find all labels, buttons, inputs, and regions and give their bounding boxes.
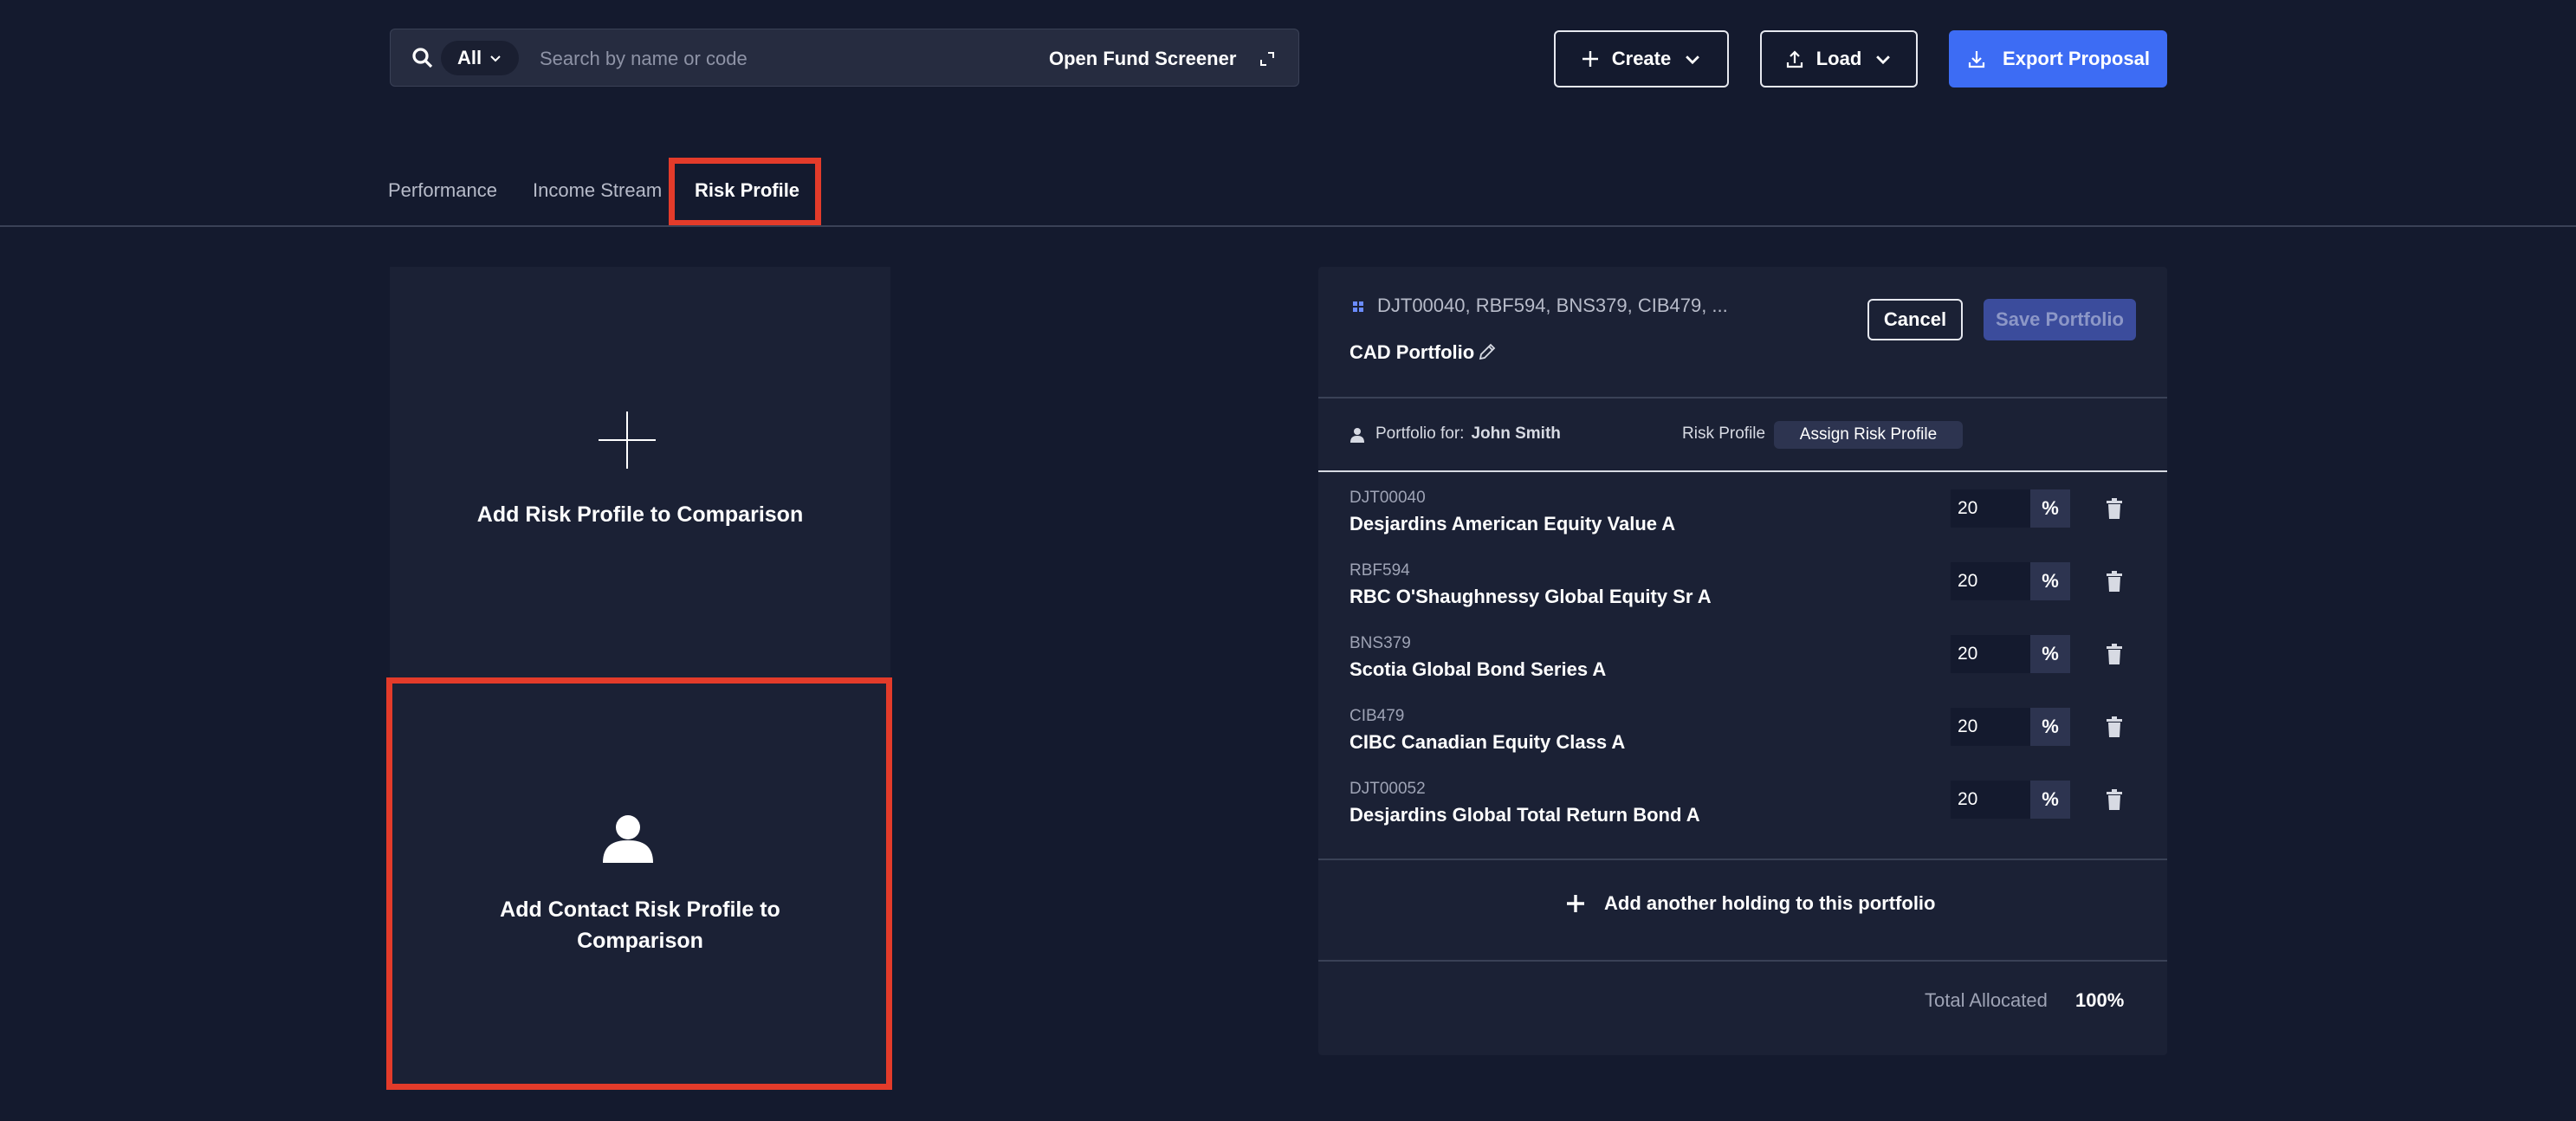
panel-divider [1318, 960, 2167, 962]
percent-unit: % [2030, 489, 2070, 528]
load-button[interactable]: Load [1760, 30, 1918, 87]
plus-icon [599, 411, 656, 469]
download-icon [1968, 51, 1985, 68]
tab-divider [0, 225, 2576, 227]
chevron-down-icon [1876, 55, 1891, 65]
holding-row: DJT00052 Desjardins Global Total Return … [1349, 780, 1700, 826]
search-filter-label: All [456, 47, 482, 68]
allocation-field: 20 % [1951, 562, 2070, 600]
grid-icon [1353, 301, 1363, 312]
upload-icon [1786, 50, 1803, 68]
holding-code: DJT00040 [1349, 489, 1426, 507]
cancel-button[interactable]: Cancel [1867, 299, 1963, 340]
percent-unit: % [2030, 562, 2070, 600]
portfolio-name: CAD Portfolio [1349, 341, 1475, 363]
trash-icon[interactable] [2105, 498, 2124, 519]
allocation-input[interactable]: 20 [1951, 635, 2030, 673]
client-name: John Smith [1471, 424, 1561, 443]
trash-icon[interactable] [2105, 571, 2124, 592]
add-risk-profile-card[interactable]: Add Risk Profile to Comparison [390, 267, 890, 677]
create-label: Create [1611, 48, 1672, 69]
tab-performance[interactable]: Performance [388, 165, 497, 217]
percent-unit: % [2030, 635, 2070, 673]
portfolio-codes: DJT00040, RBF594, BNS379, CIB479, ... [1377, 295, 1728, 316]
active-tab-highlight [669, 158, 821, 226]
chevron-down-icon [1686, 55, 1700, 65]
save-portfolio-button[interactable]: Save Portfolio [1984, 299, 2136, 340]
trash-icon[interactable] [2105, 716, 2124, 737]
holding-name: CIBC Canadian Equity Class A [1349, 731, 1626, 753]
percent-unit: % [2030, 708, 2070, 746]
portfolio-for-label: Portfolio for: [1375, 424, 1465, 443]
chevron-down-icon [490, 55, 501, 62]
allocation-field: 20 % [1951, 489, 2070, 528]
allocation-input[interactable]: 20 [1951, 708, 2030, 746]
holding-row: DJT00040 Desjardins American Equity Valu… [1349, 489, 1675, 535]
search-bar: All Search by name or code Open Fund Scr… [390, 29, 1299, 87]
person-icon [1350, 428, 1364, 443]
create-button[interactable]: Create [1554, 30, 1729, 87]
risk-profile-label: Risk Profile [1682, 424, 1766, 443]
add-risk-profile-label: Add Risk Profile to Comparison [476, 502, 804, 527]
holding-row: RBF594 RBC O'Shaughnessy Global Equity S… [1349, 561, 1712, 608]
search-filter-dropdown[interactable]: All [441, 41, 519, 75]
holding-name: Desjardins Global Total Return Bond A [1349, 804, 1700, 826]
total-allocated-value: 100% [2075, 989, 2125, 1011]
open-fund-screener-button[interactable]: Open Fund Screener [1049, 29, 1276, 87]
plus-icon [1582, 51, 1598, 67]
holding-row: CIB479 CIBC Canadian Equity Class A [1349, 707, 1625, 754]
contact-card-highlight [386, 677, 892, 1090]
panel-divider [1318, 397, 2167, 399]
trash-icon[interactable] [2105, 644, 2124, 664]
panel-divider [1318, 470, 2167, 472]
expand-icon [1260, 51, 1275, 66]
load-label: Load [1815, 48, 1862, 69]
open-fund-screener-label: Open Fund Screener [1049, 47, 1237, 69]
holding-name: RBC O'Shaughnessy Global Equity Sr A [1349, 586, 1712, 607]
holding-code: DJT00052 [1349, 780, 1426, 798]
allocation-field: 20 % [1951, 635, 2070, 673]
search-icon[interactable] [410, 45, 436, 71]
search-input[interactable]: Search by name or code [540, 29, 748, 87]
holding-code: RBF594 [1349, 561, 1410, 580]
holding-code: CIB479 [1349, 707, 1405, 725]
portfolio-for: Portfolio for: John Smith [1375, 424, 1561, 444]
holding-code: BNS379 [1349, 634, 1411, 652]
holding-name: Scotia Global Bond Series A [1349, 658, 1607, 680]
export-proposal-button[interactable]: Export Proposal [1949, 30, 2167, 87]
allocation-input[interactable]: 20 [1951, 489, 2030, 528]
panel-divider [1318, 859, 2167, 860]
holding-name: Desjardins American Equity Value A [1349, 513, 1676, 535]
pencil-icon[interactable] [1478, 342, 1497, 361]
allocation-input[interactable]: 20 [1951, 781, 2030, 819]
trash-icon[interactable] [2105, 789, 2124, 810]
tab-income-stream[interactable]: Income Stream [533, 165, 662, 217]
allocation-input[interactable]: 20 [1951, 562, 2030, 600]
export-proposal-label: Export Proposal [2003, 48, 2150, 69]
plus-icon [1567, 895, 1584, 912]
add-holding-label: Add another holding to this portfolio [1604, 892, 1936, 914]
assign-risk-profile-button[interactable]: Assign Risk Profile [1774, 421, 1963, 449]
allocation-field: 20 % [1951, 781, 2070, 819]
add-holding-button[interactable]: Add another holding to this portfolio [1566, 892, 1936, 915]
total-allocated-label: Total Allocated [1925, 989, 2048, 1011]
holding-row: BNS379 Scotia Global Bond Series A [1349, 634, 1606, 681]
percent-unit: % [2030, 781, 2070, 819]
allocation-field: 20 % [1951, 708, 2070, 746]
